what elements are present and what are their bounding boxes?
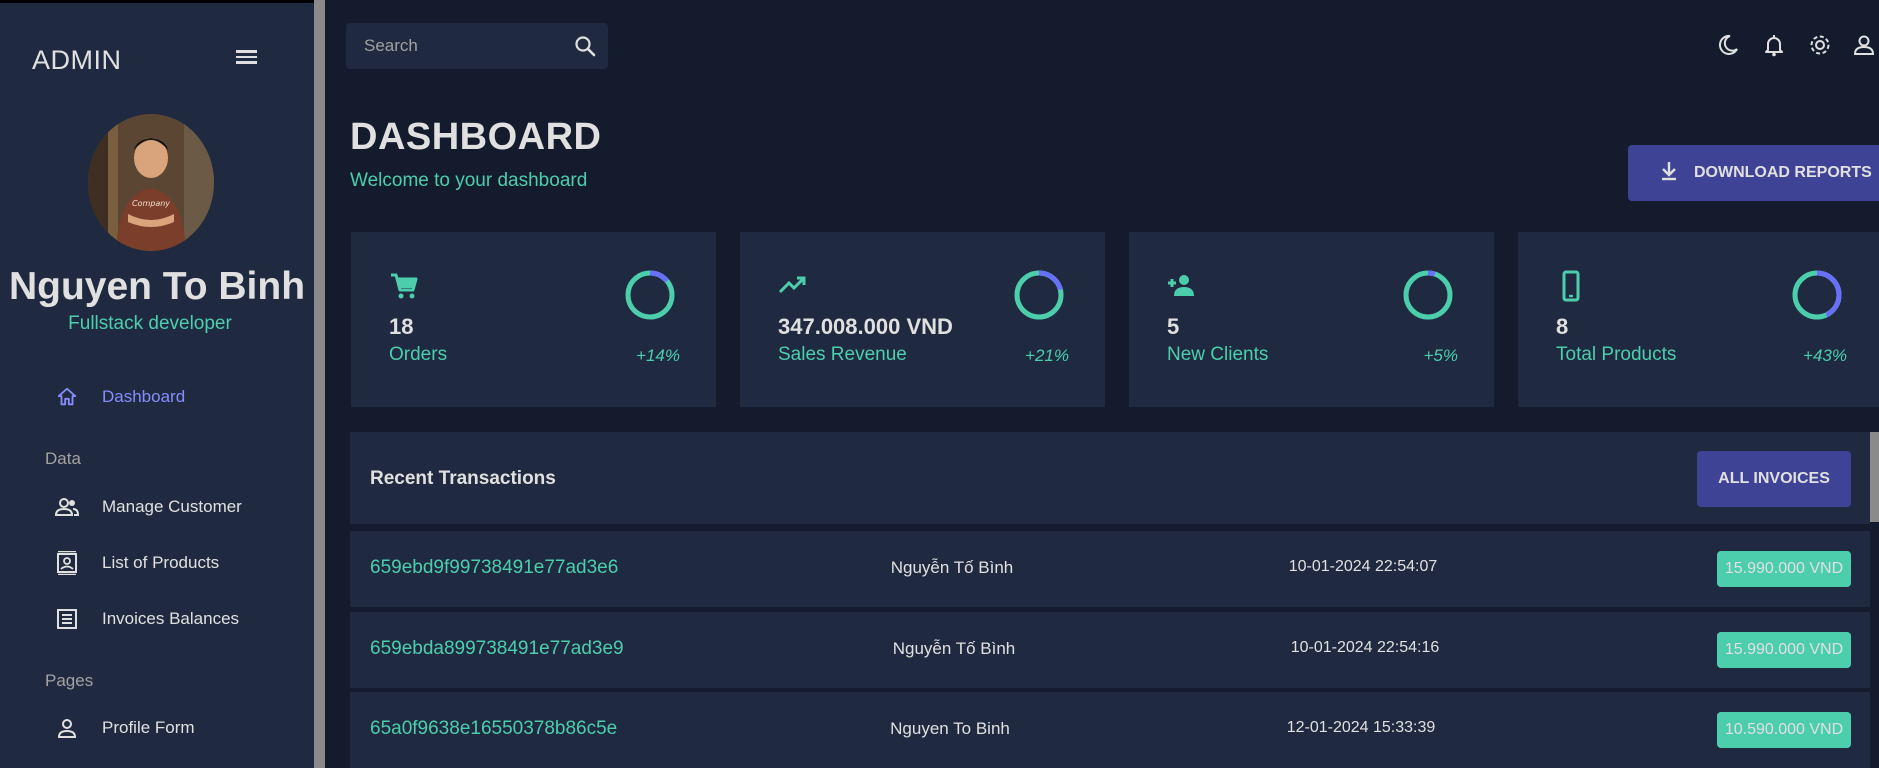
transaction-date: 12-01-2024 15:33:39 — [1286, 719, 1436, 736]
notifications-icon[interactable] — [1761, 32, 1787, 58]
section-title-pages: Pages — [45, 671, 94, 690]
transaction-cost-badge: 15.990.000 VND — [1717, 551, 1851, 587]
progress-circle — [1014, 270, 1064, 320]
person-icon[interactable] — [1851, 32, 1877, 58]
table-row[interactable]: 659ebd9f99738491e77ad3e6 Nguyễn Tố Bình … — [350, 531, 1870, 607]
stat-card-new-clients: 5 New Clients +5% — [1129, 232, 1494, 407]
people-icon — [54, 494, 80, 520]
progress-circle — [625, 270, 675, 320]
avatar: Company — [88, 114, 214, 251]
download-icon — [1658, 160, 1680, 187]
sidebar-divider — [314, 0, 325, 768]
home-icon — [54, 384, 80, 410]
trending-up-icon — [777, 270, 809, 302]
search-box — [346, 23, 608, 69]
smartphone-icon — [1555, 270, 1587, 302]
transaction-user: Nguyễn Tố Bình — [892, 639, 1016, 658]
shopping-cart-icon — [388, 270, 420, 302]
search-icon[interactable] — [572, 33, 598, 59]
all-invoices-button[interactable]: ALL INVOICES — [1697, 451, 1851, 507]
settings-icon[interactable] — [1807, 32, 1833, 58]
sidebar-item-invoices-balances[interactable]: Invoices Balances — [54, 604, 239, 634]
page-title: DASHBOARD — [350, 116, 602, 158]
transaction-date: 10-01-2024 22:54:07 — [1288, 558, 1438, 575]
stat-card-sales-revenue: 347.008.000 VND Sales Revenue +21% — [740, 232, 1105, 407]
sidebar-item-dashboard[interactable]: Dashboard — [54, 382, 185, 412]
stat-label: Total Products — [1556, 344, 1677, 365]
transaction-id: 659ebda899738491e77ad3e9 — [370, 638, 624, 659]
scrollbar[interactable] — [1870, 432, 1879, 522]
table-row[interactable]: 65a0f9638e16550378b86c5e Nguyen To Binh … — [350, 692, 1870, 768]
section-title-data: Data — [45, 449, 81, 468]
stat-value: 18 — [389, 314, 414, 339]
recent-transactions-title: Recent Transactions — [370, 468, 556, 489]
sidebar-item-label: Profile Form — [102, 718, 195, 737]
stat-label: Orders — [389, 344, 448, 365]
stat-increase: +43% — [1803, 346, 1847, 365]
transaction-user: Nguyễn Tố Bình — [890, 558, 1014, 577]
transaction-user: Nguyen To Binh — [890, 719, 1010, 738]
stat-increase: +21% — [1025, 346, 1069, 365]
stat-card-total-products: 8 Total Products +43% — [1518, 232, 1879, 407]
stat-value: 5 — [1167, 314, 1180, 339]
progress-circle — [1403, 270, 1453, 320]
stat-label: Sales Revenue — [778, 344, 907, 365]
user-role: Fullstack developer — [68, 313, 232, 334]
sidebar-item-list-of-products[interactable]: List of Products — [54, 548, 219, 578]
stat-label: New Clients — [1167, 344, 1269, 365]
receipt-icon — [54, 606, 80, 632]
stat-value: 8 — [1556, 314, 1569, 339]
sidebar-item-label: List of Products — [102, 553, 220, 572]
menu-icon-bar — [236, 61, 257, 64]
table-row[interactable]: 659ebda899738491e77ad3e9 Nguyễn Tố Bình … — [350, 612, 1870, 688]
menu-icon-bar — [236, 50, 257, 53]
sidebar: ADMIN Company Nguyen To Binh Fullstack d… — [0, 0, 314, 768]
transaction-id: 659ebd9f99738491e77ad3e6 — [370, 557, 619, 578]
brand-title: ADMIN — [32, 45, 122, 75]
user-name: Nguyen To Binh — [8, 265, 306, 308]
transaction-cost-badge: 15.990.000 VND — [1717, 632, 1851, 668]
menu-icon-bar — [236, 55, 257, 58]
menu-toggle-button[interactable] — [232, 47, 260, 69]
sidebar-item-label: Dashboard — [102, 387, 186, 406]
progress-circle — [1792, 270, 1842, 320]
download-reports-button[interactable]: DOWNLOAD REPORTS — [1628, 145, 1879, 201]
recent-transactions-header: Recent Transactions — [350, 432, 1870, 524]
transaction-date: 10-01-2024 22:54:16 — [1290, 639, 1440, 656]
stat-increase: +14% — [636, 346, 680, 365]
sidebar-item-label: Manage Customer — [102, 497, 242, 516]
download-reports-label: DOWNLOAD REPORTS — [1694, 164, 1872, 181]
transaction-id: 65a0f9638e16550378b86c5e — [370, 718, 618, 739]
contacts-icon — [54, 550, 80, 576]
stat-increase: +5% — [1423, 346, 1459, 365]
dark-mode-icon[interactable] — [1715, 32, 1741, 58]
sidebar-item-label: Invoices Balances — [102, 609, 240, 628]
avatar-image: Company — [88, 114, 214, 251]
sidebar-item-profile-form[interactable]: Profile Form — [54, 713, 195, 743]
svg-text:Company: Company — [132, 199, 170, 208]
page-subtitle: Welcome to your dashboard — [350, 170, 588, 191]
person-add-icon — [1166, 270, 1198, 302]
transaction-cost-badge: 10.590.000 VND — [1717, 712, 1851, 748]
search-input[interactable] — [346, 36, 556, 56]
person-icon — [54, 715, 80, 741]
sidebar-item-manage-customer[interactable]: Manage Customer — [54, 492, 242, 522]
stat-card-orders: 18 Orders +14% — [351, 232, 716, 407]
stat-value: 347.008.000 VND — [778, 314, 953, 339]
